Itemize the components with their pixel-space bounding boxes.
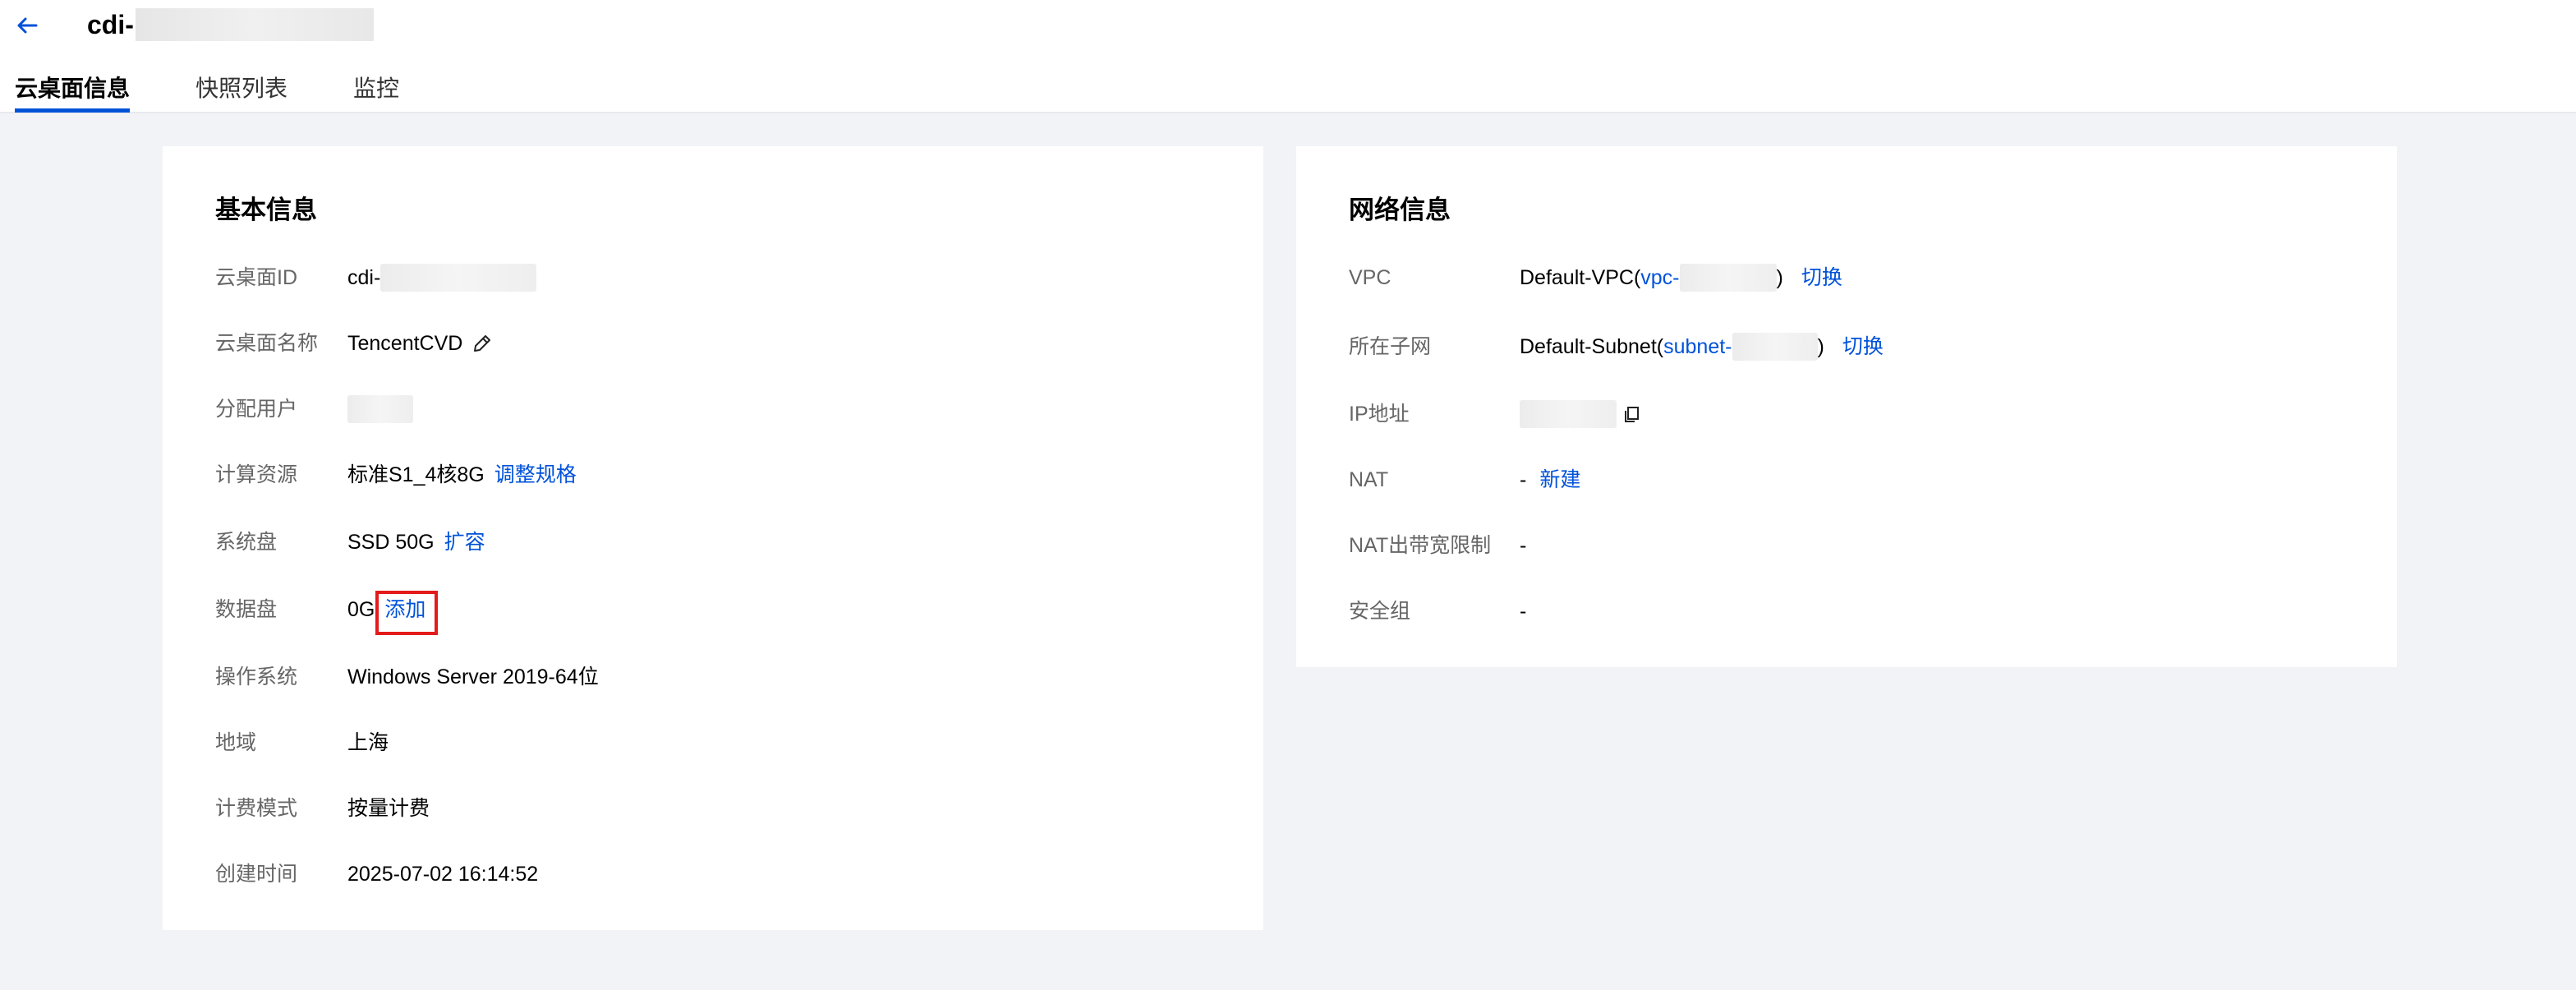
ip-address-value	[1520, 398, 1641, 431]
desktop-id-label: 云桌面ID	[215, 266, 298, 289]
row-billing-mode: 计费模式 按量计费	[163, 792, 1263, 825]
subnet-name-text: Default-Subnet(	[1520, 335, 1664, 358]
subnet-id-link[interactable]: subnet-	[1663, 330, 1732, 363]
adjust-spec-link[interactable]: 调整规格	[494, 458, 577, 491]
redacted-vpc-mask	[1679, 264, 1777, 292]
row-region: 地域 上海	[163, 726, 1263, 759]
subnet-value: Default-Subnet( subnet- ) 切换	[1520, 330, 1884, 363]
desktop-name-text: TencentCVD	[347, 332, 463, 355]
row-security-group: 安全组 -	[1296, 595, 2397, 628]
region-label: 地域	[215, 731, 257, 754]
row-ip-address: IP地址	[1296, 398, 2397, 431]
os-value: Windows Server 2019-64位	[347, 665, 599, 688]
row-data-disk: 数据盘 0G 添加	[163, 593, 1263, 626]
row-vpc: VPC Default-VPC( vpc- ) 切换	[1296, 261, 2397, 294]
vpc-id-link[interactable]: vpc-	[1640, 261, 1679, 294]
row-created-time: 创建时间 2025-07-02 16:14:52	[163, 858, 1263, 891]
desktop-id-text: cdi-	[347, 266, 381, 289]
vpc-close-paren: )	[1776, 266, 1783, 289]
nat-bandwidth-value: -	[1520, 534, 1527, 557]
desktop-name-label: 云桌面名称	[215, 332, 319, 355]
back-arrow-icon[interactable]	[13, 12, 41, 39]
system-disk-text: SSD 50G	[347, 531, 435, 554]
basic-info-title: 基本信息	[215, 196, 317, 224]
redacted-id-mask	[380, 264, 537, 292]
nat-value: - 新建	[1520, 463, 1580, 496]
network-info-title: 网络信息	[1349, 196, 1451, 224]
compute-resource-text: 标准S1_4核8G	[347, 463, 485, 486]
created-time-label: 创建时间	[215, 863, 298, 886]
tab-monitor[interactable]: 监控	[353, 71, 399, 113]
compute-resource-label: 计算资源	[215, 463, 298, 486]
row-assigned-user: 分配用户	[163, 393, 1263, 426]
redacted-ip-mask	[1520, 400, 1617, 428]
row-os: 操作系统 Windows Server 2019-64位	[163, 661, 1263, 693]
billing-mode-label: 计费模式	[215, 797, 298, 820]
create-nat-link[interactable]: 新建	[1539, 463, 1580, 496]
copy-icon[interactable]	[1622, 404, 1641, 424]
vpc-value: Default-VPC( vpc- ) 切换	[1520, 261, 1842, 294]
row-system-disk: 系统盘 SSD 50G 扩容	[163, 526, 1263, 559]
redacted-title-mask	[135, 8, 374, 41]
vpc-name-text: Default-VPC(	[1520, 266, 1641, 289]
row-desktop-id: 云桌面ID cdi-	[163, 261, 1263, 294]
ip-address-label: IP地址	[1349, 403, 1410, 426]
page-header: cdi- 云桌面信息 快照列表 监控	[0, 0, 2576, 113]
security-group-value: -	[1520, 600, 1527, 623]
row-desktop-name: 云桌面名称 TencentCVD	[163, 327, 1263, 360]
data-disk-text: 0G	[347, 598, 375, 621]
system-disk-value: SSD 50G 扩容	[347, 526, 485, 559]
nat-label: NAT	[1349, 468, 1389, 491]
system-disk-label: 系统盘	[215, 531, 278, 554]
nat-value-text: -	[1520, 468, 1527, 491]
os-label: 操作系统	[215, 665, 298, 688]
row-nat: NAT - 新建	[1296, 463, 2397, 496]
subnet-label: 所在子网	[1349, 335, 1432, 358]
data-disk-label: 数据盘	[215, 598, 278, 621]
billing-mode-value: 按量计费	[347, 797, 430, 820]
redacted-subnet-mask	[1732, 333, 1818, 361]
pencil-icon[interactable]	[471, 332, 494, 355]
nat-bandwidth-label: NAT出带宽限制	[1349, 534, 1492, 557]
row-compute-resource: 计算资源 标准S1_4核8G 调整规格	[163, 458, 1263, 491]
network-info-card: 网络信息 VPC Default-VPC( vpc- ) 切换 所在子网 Def…	[1296, 146, 2397, 667]
desktop-id-value: cdi-	[347, 261, 537, 294]
row-nat-bandwidth: NAT出带宽限制 -	[1296, 529, 2397, 562]
region-value: 上海	[347, 731, 389, 754]
created-time-value: 2025-07-02 16:14:52	[347, 863, 539, 886]
compute-resource-value: 标准S1_4核8G 调整规格	[347, 458, 577, 491]
tab-snapshot-list[interactable]: 快照列表	[196, 71, 288, 113]
basic-info-card: 基本信息 云桌面ID cdi- 云桌面名称 TencentCVD 分配用户 计算…	[163, 146, 1263, 930]
vpc-label: VPC	[1349, 266, 1392, 289]
highlight-box	[375, 591, 438, 635]
tab-desktop-info[interactable]: 云桌面信息	[15, 71, 130, 113]
subnet-close-paren: )	[1817, 335, 1824, 358]
page-title: cdi-	[87, 7, 374, 43]
active-tab-indicator	[15, 108, 130, 113]
subnet-switch-link[interactable]: 切换	[1842, 330, 1884, 363]
assigned-user-value	[347, 393, 413, 426]
page-title-text: cdi-	[87, 9, 134, 39]
expand-disk-link[interactable]: 扩容	[444, 526, 485, 559]
security-group-label: 安全组	[1349, 600, 1411, 623]
row-subnet: 所在子网 Default-Subnet( subnet- ) 切换	[1296, 330, 2397, 363]
desktop-name-value: TencentCVD	[347, 327, 494, 360]
redacted-user-mask	[347, 395, 413, 423]
assigned-user-label: 分配用户	[215, 398, 298, 421]
vpc-switch-link[interactable]: 切换	[1801, 261, 1842, 294]
